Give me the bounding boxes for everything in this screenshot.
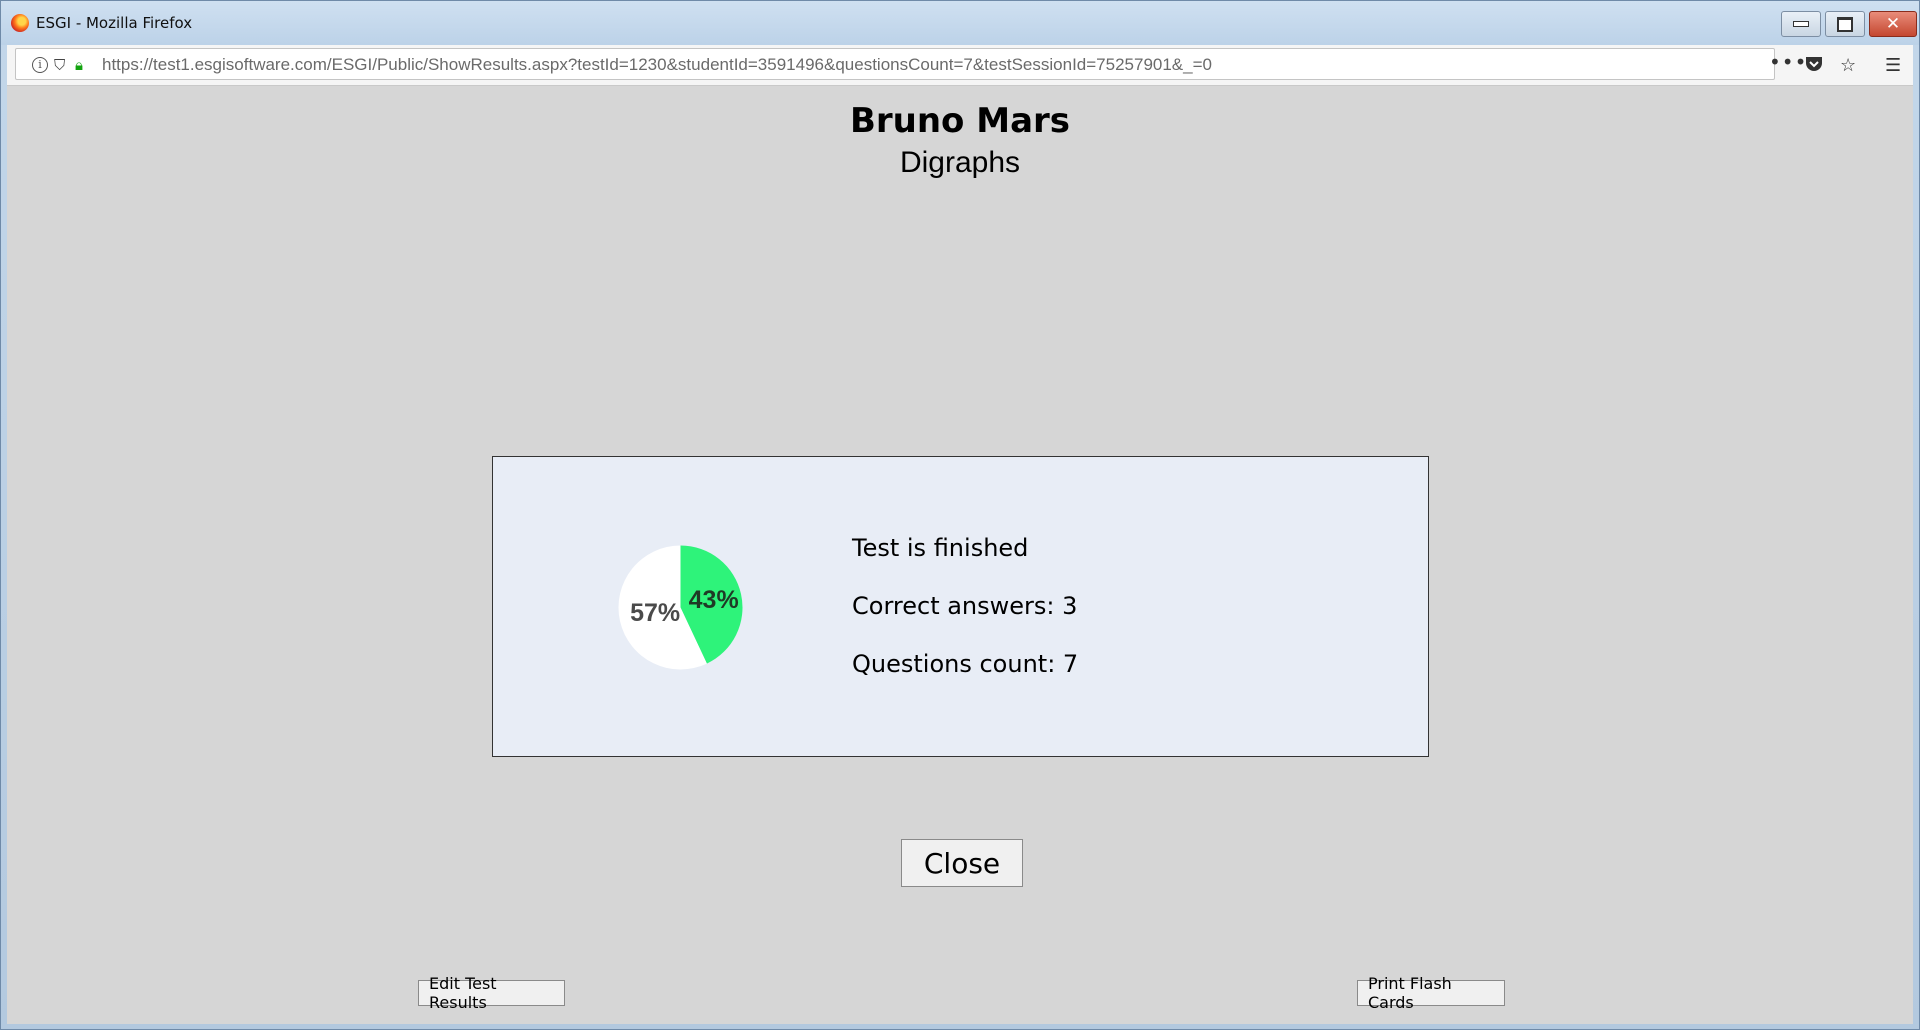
more-icon[interactable]: ••• xyxy=(1769,50,1807,74)
lock-icon[interactable]: 🔒︎ xyxy=(75,56,83,74)
close-icon: ✕ xyxy=(1885,14,1901,34)
student-name: Bruno Mars xyxy=(849,101,1071,141)
browser-window: ESGI - Mozilla Firefox ✕ i ⛉ 🔒︎ https://… xyxy=(0,0,1920,1030)
close-button[interactable]: Close xyxy=(901,839,1023,887)
navigation-bar: i ⛉ 🔒︎ https://test1.esgisoftware.com/ES… xyxy=(7,45,1913,86)
score-pie-chart: 43% 57% xyxy=(618,545,743,670)
bookmark-star-icon[interactable]: ☆ xyxy=(1840,55,1856,76)
edit-test-results-button[interactable]: Edit Test Results xyxy=(418,974,565,1012)
maximize-button[interactable] xyxy=(1825,11,1865,37)
window-title: ESGI - Mozilla Firefox xyxy=(36,14,193,32)
pie-slice-label: 43% xyxy=(689,586,739,614)
test-status: Test is finished xyxy=(852,534,1029,562)
menu-icon[interactable]: ☰ xyxy=(1885,55,1901,76)
questions-count: Questions count: 7 xyxy=(852,650,1079,678)
firefox-logo-icon xyxy=(11,14,29,32)
minimize-button[interactable] xyxy=(1781,11,1821,37)
info-icon[interactable]: i xyxy=(32,57,48,73)
print-flash-cards-button[interactable]: Print Flash Cards xyxy=(1357,974,1505,1012)
restore-icon xyxy=(1837,16,1853,32)
url-text[interactable]: https://test1.esgisoftware.com/ESGI/Publ… xyxy=(102,55,1212,75)
test-name: Digraphs xyxy=(899,146,1021,179)
page-content: Bruno Mars Digraphs 43% 57% Test is finis… xyxy=(7,86,1913,1024)
shield-icon[interactable]: ⛉ xyxy=(54,56,65,74)
window-close-button[interactable]: ✕ xyxy=(1869,11,1917,37)
pie-slice-label: 57% xyxy=(630,599,680,627)
result-panel: 43% 57% Test is finished Correct answers:… xyxy=(492,456,1429,757)
title-bar: ESGI - Mozilla Firefox ✕ xyxy=(1,1,1919,45)
url-bar[interactable]: i ⛉ 🔒︎ https://test1.esgisoftware.com/ES… xyxy=(15,48,1775,80)
correct-answers: Correct answers: 3 xyxy=(852,592,1078,620)
pie-svg: 43% 57% xyxy=(618,545,743,670)
minimize-icon xyxy=(1793,21,1809,27)
pocket-icon[interactable] xyxy=(1804,55,1824,78)
